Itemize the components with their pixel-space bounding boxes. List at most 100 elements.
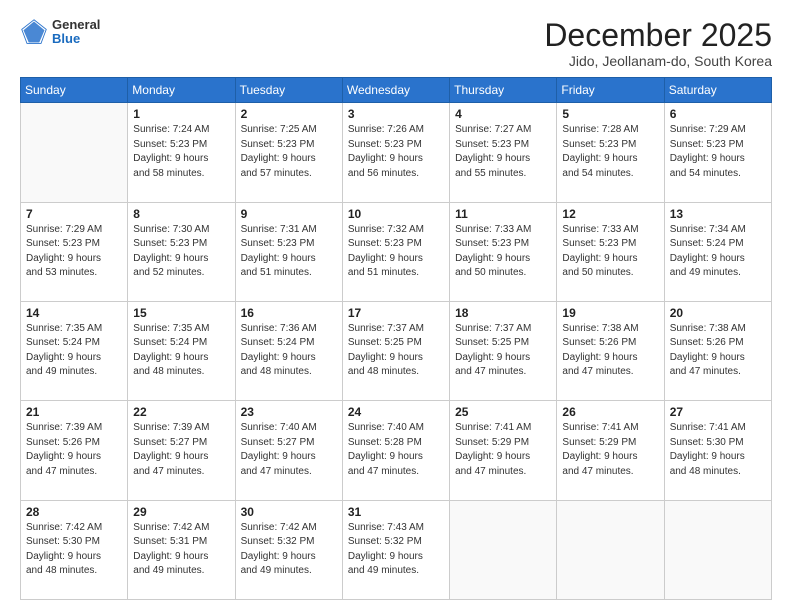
day-info: Sunrise: 7:37 AM Sunset: 5:25 PM Dayligh… [455,322,551,380]
logo-text: General Blue [52,18,100,47]
day-info: Sunrise: 7:40 AM Sunset: 5:27 PM Dayligh… [241,421,337,479]
table-row: 31 Sunrise: 7:43 AM Sunset: 5:32 PM Dayli… [342,500,449,599]
col-saturday: Saturday [664,78,771,103]
day-number: 10 [348,207,444,221]
table-row: 5Sunrise: 7:28 AM Sunset: 5:23 PM Daylig… [557,103,664,202]
day-info: Sunrise: 7:41 AM Sunset: 5:29 PM Dayligh… [562,421,658,479]
table-row: 29 Sunrise: 7:42 AM Sunset: 5:31 PM Dayli… [128,500,235,599]
table-row: 19 Sunrise: 7:38 AM Sunset: 5:26 PM Dayli… [557,301,664,400]
table-row: 2 Sunrise: 7:25 AM Sunset: 5:23 PM Daylig… [235,103,342,202]
day-info: Sunrise: 7:34 AM Sunset: 5:24 PM Dayligh… [670,223,766,281]
table-row: 11 Sunrise: 7:33 AM Sunset: 5:23 PM Dayli… [450,202,557,301]
day-number: 17 [348,306,444,320]
table-row: 22Sunrise: 7:39 AM Sunset: 5:27 PM Dayli… [128,401,235,500]
col-sunday: Sunday [21,78,128,103]
day-number: 20 [670,306,766,320]
logo: General Blue [20,18,100,47]
day-number: 16 [241,306,337,320]
calendar-week-row: 21 Sunrise: 7:39 AM Sunset: 5:26 PM Dayli… [21,401,772,500]
calendar-week-row: 1Sunrise: 7:24 AM Sunset: 5:23 PM Daylig… [21,103,772,202]
page: General Blue December 2025 Jido, Jeollan… [0,0,792,612]
day-number: 8 [133,207,229,221]
calendar-week-row: 28Sunrise: 7:42 AM Sunset: 5:30 PM Dayli… [21,500,772,599]
day-number: 9 [241,207,337,221]
day-number: 1 [133,107,229,121]
calendar-week-row: 14 Sunrise: 7:35 AM Sunset: 5:24 PM Dayli… [21,301,772,400]
logo-blue: Blue [52,32,100,46]
header: General Blue December 2025 Jido, Jeollan… [20,18,772,69]
col-wednesday: Wednesday [342,78,449,103]
table-row [664,500,771,599]
day-info: Sunrise: 7:33 AM Sunset: 5:23 PM Dayligh… [562,223,658,281]
day-number: 6 [670,107,766,121]
day-info: Sunrise: 7:30 AM Sunset: 5:23 PM Dayligh… [133,223,229,281]
day-number: 26 [562,405,658,419]
day-number: 19 [562,306,658,320]
day-info: Sunrise: 7:31 AM Sunset: 5:23 PM Dayligh… [241,223,337,281]
day-info: Sunrise: 7:42 AM Sunset: 5:31 PM Dayligh… [133,521,229,579]
day-number: 30 [241,505,337,519]
day-number: 24 [348,405,444,419]
table-row: 24 Sunrise: 7:40 AM Sunset: 5:28 PM Dayli… [342,401,449,500]
day-info: Sunrise: 7:27 AM Sunset: 5:23 PM Dayligh… [455,123,551,181]
day-info: Sunrise: 7:38 AM Sunset: 5:26 PM Dayligh… [562,322,658,380]
table-row: 8 Sunrise: 7:30 AM Sunset: 5:23 PM Daylig… [128,202,235,301]
day-number: 5 [562,107,658,121]
table-row: 15 Sunrise: 7:35 AM Sunset: 5:24 PM Dayli… [128,301,235,400]
day-number: 18 [455,306,551,320]
table-row: 20 Sunrise: 7:38 AM Sunset: 5:26 PM Dayli… [664,301,771,400]
table-row: 25Sunrise: 7:41 AM Sunset: 5:29 PM Dayli… [450,401,557,500]
day-info: Sunrise: 7:38 AM Sunset: 5:26 PM Dayligh… [670,322,766,380]
day-info: Sunrise: 7:43 AM Sunset: 5:32 PM Dayligh… [348,521,444,579]
day-info: Sunrise: 7:41 AM Sunset: 5:30 PM Dayligh… [670,421,766,479]
table-row: 7 Sunrise: 7:29 AM Sunset: 5:23 PM Daylig… [21,202,128,301]
table-row: 13Sunrise: 7:34 AM Sunset: 5:24 PM Dayli… [664,202,771,301]
day-info: Sunrise: 7:33 AM Sunset: 5:23 PM Dayligh… [455,223,551,281]
day-number: 22 [133,405,229,419]
logo-icon [20,18,48,46]
table-row: 6 Sunrise: 7:29 AM Sunset: 5:23 PM Daylig… [664,103,771,202]
table-row: 28Sunrise: 7:42 AM Sunset: 5:30 PM Dayli… [21,500,128,599]
logo-general: General [52,18,100,32]
day-number: 27 [670,405,766,419]
day-number: 7 [26,207,122,221]
table-row: 10Sunrise: 7:32 AM Sunset: 5:23 PM Dayli… [342,202,449,301]
table-row: 23Sunrise: 7:40 AM Sunset: 5:27 PM Dayli… [235,401,342,500]
table-row: 12 Sunrise: 7:33 AM Sunset: 5:23 PM Dayli… [557,202,664,301]
table-row: 9 Sunrise: 7:31 AM Sunset: 5:23 PM Daylig… [235,202,342,301]
day-number: 31 [348,505,444,519]
day-info: Sunrise: 7:41 AM Sunset: 5:29 PM Dayligh… [455,421,551,479]
day-info: Sunrise: 7:35 AM Sunset: 5:24 PM Dayligh… [133,322,229,380]
day-number: 14 [26,306,122,320]
table-row: 17Sunrise: 7:37 AM Sunset: 5:25 PM Dayli… [342,301,449,400]
day-info: Sunrise: 7:29 AM Sunset: 5:23 PM Dayligh… [26,223,122,281]
col-tuesday: Tuesday [235,78,342,103]
table-row [557,500,664,599]
table-row: 18 Sunrise: 7:37 AM Sunset: 5:25 PM Dayli… [450,301,557,400]
table-row: 16 Sunrise: 7:36 AM Sunset: 5:24 PM Dayli… [235,301,342,400]
day-number: 11 [455,207,551,221]
table-row: 3 Sunrise: 7:26 AM Sunset: 5:23 PM Daylig… [342,103,449,202]
day-info: Sunrise: 7:25 AM Sunset: 5:23 PM Dayligh… [241,123,337,181]
day-info: Sunrise: 7:42 AM Sunset: 5:32 PM Dayligh… [241,521,337,579]
col-friday: Friday [557,78,664,103]
day-number: 29 [133,505,229,519]
day-number: 4 [455,107,551,121]
table-row [21,103,128,202]
day-info: Sunrise: 7:26 AM Sunset: 5:23 PM Dayligh… [348,123,444,181]
day-info: Sunrise: 7:29 AM Sunset: 5:23 PM Dayligh… [670,123,766,181]
day-info: Sunrise: 7:40 AM Sunset: 5:28 PM Dayligh… [348,421,444,479]
day-number: 3 [348,107,444,121]
day-info: Sunrise: 7:39 AM Sunset: 5:26 PM Dayligh… [26,421,122,479]
month-title: December 2025 [544,18,772,53]
day-number: 21 [26,405,122,419]
day-info: Sunrise: 7:36 AM Sunset: 5:24 PM Dayligh… [241,322,337,380]
table-row [450,500,557,599]
day-number: 15 [133,306,229,320]
table-row: 27 Sunrise: 7:41 AM Sunset: 5:30 PM Dayli… [664,401,771,500]
location: Jido, Jeollanam-do, South Korea [544,53,772,69]
day-number: 12 [562,207,658,221]
table-row: 26 Sunrise: 7:41 AM Sunset: 5:29 PM Dayli… [557,401,664,500]
day-number: 2 [241,107,337,121]
day-info: Sunrise: 7:35 AM Sunset: 5:24 PM Dayligh… [26,322,122,380]
